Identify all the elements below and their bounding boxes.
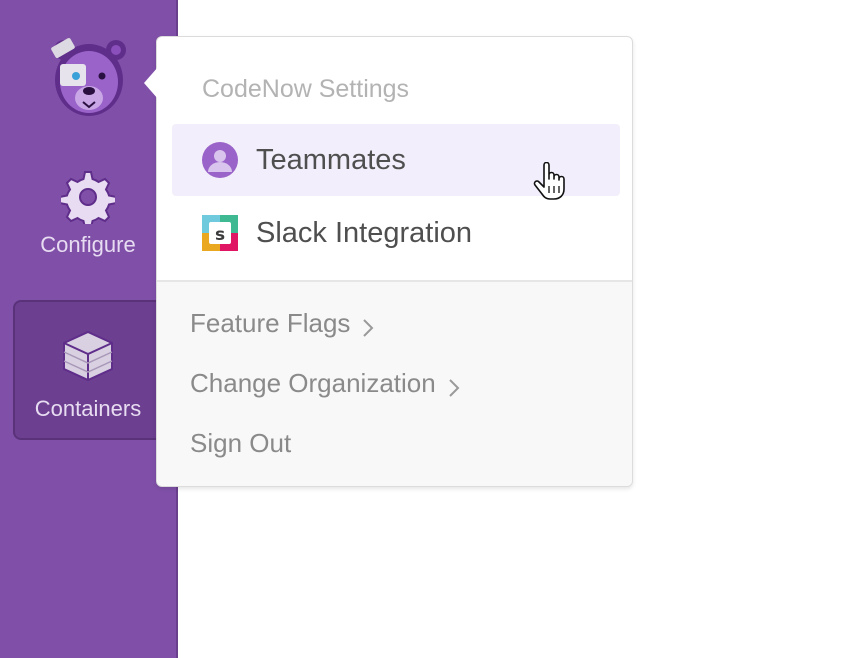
dropdown-header: CodeNow Settings bbox=[202, 75, 410, 103]
menu-item-change-organization[interactable]: Change Organization bbox=[190, 368, 460, 399]
menu-item-slack-integration[interactable]: s Slack Integration bbox=[172, 197, 620, 269]
chevron-right-icon bbox=[448, 374, 460, 397]
menu-item-label: Teammates bbox=[256, 143, 406, 176]
dropdown-secondary-section: Feature Flags Change Organization Sign O… bbox=[157, 280, 632, 486]
menu-item-label: Feature Flags bbox=[190, 308, 351, 338]
nav-containers-label: Containers bbox=[34, 396, 142, 421]
menu-item-sign-out[interactable]: Sign Out bbox=[190, 428, 291, 459]
user-avatar-icon bbox=[202, 142, 238, 178]
dropdown-caret bbox=[144, 67, 158, 99]
menu-item-label: Sign Out bbox=[190, 428, 292, 458]
settings-dropdown: CodeNow Settings Teammates s Slack Integ… bbox=[144, 36, 633, 487]
nav-configure[interactable]: Configure bbox=[13, 170, 163, 280]
hand-pointer-cursor-icon bbox=[532, 161, 568, 202]
nav-containers[interactable]: Containers bbox=[13, 300, 163, 440]
bear-mascot-icon[interactable] bbox=[46, 36, 132, 120]
menu-item-feature-flags[interactable]: Feature Flags bbox=[190, 308, 374, 339]
box-icon bbox=[60, 328, 116, 384]
svg-text:s: s bbox=[215, 225, 225, 245]
chevron-right-icon bbox=[362, 314, 374, 337]
gear-icon bbox=[59, 170, 117, 229]
menu-item-label: Change Organization bbox=[190, 368, 436, 398]
nav-configure-label: Configure bbox=[40, 232, 136, 257]
slack-icon: s bbox=[202, 215, 238, 251]
menu-item-label: Slack Integration bbox=[256, 216, 473, 249]
